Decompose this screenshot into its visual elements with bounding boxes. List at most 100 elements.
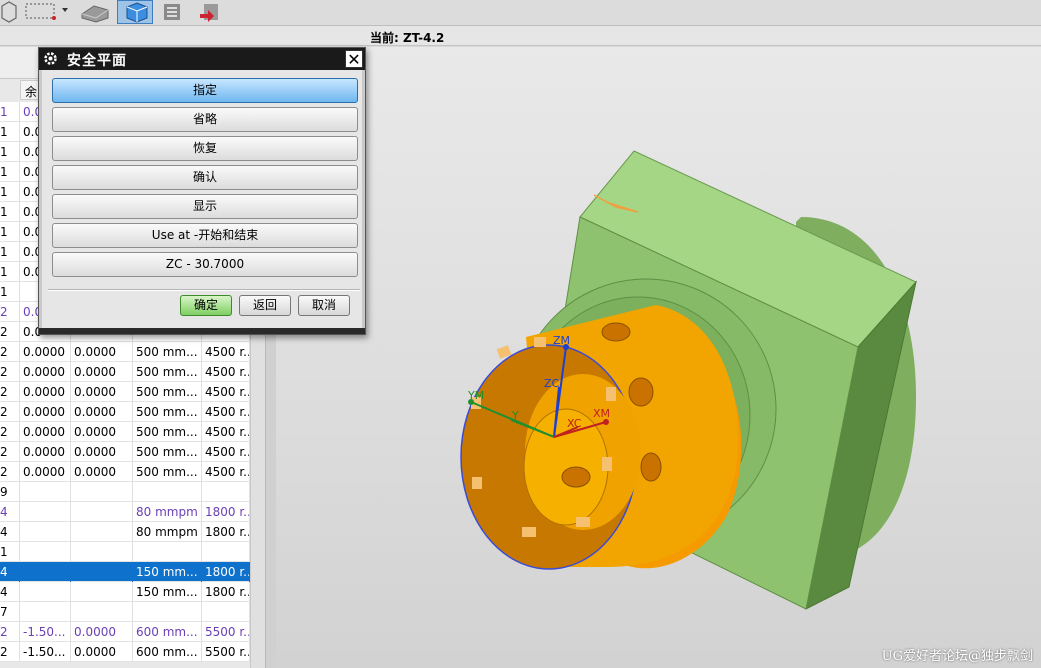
safe-plane-dialog: 安全平面 ✕ 指定 省略 恢复 确认 显示 Use at -开始和结束 ZC -…	[38, 47, 366, 335]
table-cell: 4500 r...	[202, 462, 250, 482]
table-cell: 1	[0, 202, 20, 222]
table-cell: 4500 r...	[202, 422, 250, 442]
table-cell	[20, 582, 71, 602]
table-cell	[71, 562, 133, 582]
dialog-body: 指定 省略 恢复 确认 显示 Use at -开始和结束 ZC - 30.700…	[39, 70, 365, 334]
specify-button[interactable]: 指定	[52, 78, 358, 103]
table-cell: 2	[0, 342, 20, 362]
table-cell: 0.0000	[20, 402, 71, 422]
cancel-button[interactable]: 取消	[298, 295, 350, 316]
table-row[interactable]: 2 0.0000 0.0000 500 mm... 4500 r...	[0, 422, 250, 442]
table-row[interactable]: 4 80 mmpm 1800 r...	[0, 522, 250, 542]
table-cell: 2	[0, 622, 20, 642]
table-cell	[71, 602, 133, 622]
table-cell: 1800 r...	[202, 502, 250, 522]
table-cell: 1	[0, 142, 20, 162]
table-row[interactable]: 4 150 mm... 1800 r...	[0, 562, 250, 582]
table-cell: 0.0000	[71, 442, 133, 462]
back-button[interactable]: 返回	[239, 295, 291, 316]
ym-axis-label: YM	[467, 389, 484, 402]
dialog-separator	[48, 289, 360, 291]
table-cell: 5500 r...	[202, 622, 250, 642]
table-cell: 1	[0, 122, 20, 142]
close-icon[interactable]: ✕	[345, 50, 363, 68]
watermark-text: UG爱好者论坛@独步飘剑	[881, 649, 1033, 664]
table-cell: 1	[0, 162, 20, 182]
table-cell	[202, 602, 250, 622]
table-cell: 600 mm...	[133, 642, 202, 662]
table-cell: 4	[0, 582, 20, 602]
table-cell: 600 mm...	[133, 622, 202, 642]
table-cell: 500 mm...	[133, 402, 202, 422]
table-cell: 0.0000	[20, 342, 71, 362]
table-cell	[20, 602, 71, 622]
table-cell: 9	[0, 482, 20, 502]
table-cell: 500 mm...	[133, 342, 202, 362]
table-row[interactable]: 2 0.0000 0.0000 500 mm... 4500 r...	[0, 382, 250, 402]
table-cell: 0.0000	[71, 462, 133, 482]
table-row[interactable]: 4 150 mm... 1800 r...	[0, 582, 250, 602]
table-row[interactable]: 2 0.0000 0.0000 500 mm... 4500 r...	[0, 442, 250, 462]
move-to-layer-icon[interactable]	[196, 0, 226, 24]
table-row[interactable]: 9	[0, 482, 250, 502]
yc-axis-label: Y	[511, 409, 519, 422]
table-row[interactable]: 4 80 mmpm 1800 r...	[0, 502, 250, 522]
table-cell: 2	[0, 322, 20, 342]
table-cell: 1	[0, 542, 20, 562]
graphics-viewport[interactable]: ZM ZC YM Y XC XM UG爱好者论坛@独步飘剑	[276, 47, 1041, 668]
table-row[interactable]: 7	[0, 602, 250, 622]
layer-settings-icon[interactable]	[158, 0, 188, 24]
view-cube-icon[interactable]	[117, 0, 153, 24]
confirm-plane-button[interactable]: 确认	[52, 165, 358, 190]
table-row[interactable]: 2 -1.50... 0.0000 600 mm... 5500 r...	[0, 642, 250, 662]
restore-button[interactable]: 恢复	[52, 136, 358, 161]
table-cell: 1	[0, 282, 20, 302]
table-cell: 1	[0, 102, 20, 122]
table-cell	[20, 502, 71, 522]
table-row[interactable]: 2 0.0000 0.0000 500 mm... 4500 r...	[0, 362, 250, 382]
table-cell: 0.0000	[71, 642, 133, 662]
omit-button[interactable]: 省略	[52, 107, 358, 132]
current-operation-label: 当前: ZT-4.2	[370, 31, 445, 45]
table-row[interactable]: 2 0.0000 0.0000 500 mm... 4500 r...	[0, 402, 250, 422]
table-row[interactable]: 2 0.0000 0.0000 500 mm... 4500 r...	[0, 342, 250, 362]
table-cell	[20, 542, 71, 562]
ok-button[interactable]: 确定	[180, 295, 232, 316]
table-cell: 4	[0, 562, 20, 582]
xm-axis-label: XM	[593, 407, 610, 420]
table-cell: 0.0000	[71, 342, 133, 362]
display-button[interactable]: 显示	[52, 194, 358, 219]
table-cell: 5500 r...	[202, 642, 250, 662]
dialog-bottom-edge	[39, 328, 365, 334]
table-row[interactable]: 1	[0, 542, 250, 562]
table-cell: 500 mm...	[133, 382, 202, 402]
use-at-start-end-button[interactable]: Use at -开始和结束	[52, 223, 358, 248]
table-row[interactable]: 2 0.0000 0.0000 500 mm... 4500 r...	[0, 462, 250, 482]
polygon-select-icon[interactable]	[0, 0, 18, 24]
table-cell	[71, 522, 133, 542]
rectangle-select-dropdown[interactable]	[22, 0, 72, 24]
table-cell: 4500 r...	[202, 382, 250, 402]
dialog-title-bar[interactable]: 安全平面 ✕	[39, 48, 365, 70]
table-cell: 2	[0, 442, 20, 462]
table-cell	[133, 602, 202, 622]
table-cell	[20, 482, 71, 502]
zm-axis-label: ZM	[553, 334, 570, 347]
zc-value-button[interactable]: ZC - 30.7000	[52, 252, 358, 277]
table-cell	[202, 482, 250, 502]
table-cell	[133, 482, 202, 502]
table-cell: 1	[0, 182, 20, 202]
status-bar: 当前: ZT-4.2	[0, 26, 1041, 46]
table-cell: 4500 r...	[202, 402, 250, 422]
table-cell: 0.0000	[71, 422, 133, 442]
table-cell: 0.0000	[20, 462, 71, 482]
gear-icon	[42, 50, 59, 67]
table-row[interactable]: 2 -1.50... 0.0000 600 mm... 5500 r...	[0, 622, 250, 642]
table-cell: 80 mmpm	[133, 502, 202, 522]
table-cell	[71, 482, 133, 502]
table-cell: 80 mmpm	[133, 522, 202, 542]
table-cell: 7	[0, 602, 20, 622]
table-cell: 1	[0, 242, 20, 262]
table-cell: -1.50...	[20, 642, 71, 662]
shaded-block-icon[interactable]	[78, 0, 112, 24]
